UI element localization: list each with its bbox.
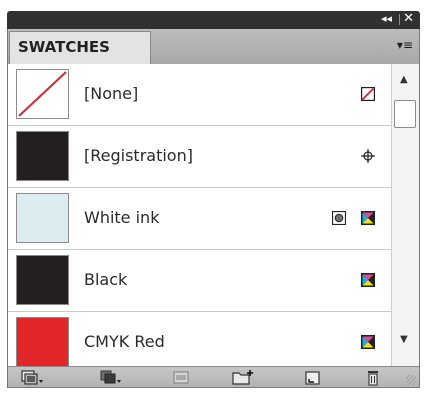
title-bar-separator	[399, 14, 400, 25]
swatch-row[interactable]: CMYK Red	[8, 312, 392, 366]
none-icon	[361, 87, 375, 101]
swatch-row[interactable]: Black	[8, 250, 392, 312]
swatch-chip-cmyk-red	[16, 317, 69, 366]
bottom-toolbar	[7, 366, 420, 388]
show-all-swatches-icon[interactable]	[20, 369, 46, 386]
swatch-chip-black	[16, 255, 69, 305]
cmyk-icon	[361, 211, 375, 225]
swatch-chip-registration	[16, 131, 69, 181]
swatch-row[interactable]: White ink	[8, 188, 392, 250]
scroll-down-arrow-icon[interactable]: ▼	[400, 334, 408, 345]
panel-menu-icon[interactable]: ▾≡	[397, 38, 413, 52]
tab-swatches[interactable]: SWATCHES	[9, 31, 151, 64]
new-swatch-icon[interactable]	[300, 369, 326, 386]
swatch-name: CMYK Red	[84, 332, 165, 351]
swatch-name: [None]	[84, 84, 139, 103]
swatch-name: White ink	[84, 208, 160, 227]
swatch-name: Black	[84, 270, 128, 289]
cmyk-icon	[361, 273, 375, 287]
spot-color-icon	[332, 211, 346, 225]
scrollbar-thumb[interactable]	[394, 100, 416, 128]
delete-swatch-icon[interactable]	[360, 369, 386, 386]
show-color-swatches-icon[interactable]	[98, 369, 124, 386]
cmyk-icon	[361, 335, 375, 349]
resize-grip-icon[interactable]	[406, 375, 416, 385]
swatches-panel: ◂◂ ✕ SWATCHES ▾≡ [None] [Registration] W…	[0, 0, 429, 401]
swatch-row[interactable]: [Registration]	[8, 126, 392, 188]
panel-title-bar[interactable]: ◂◂ ✕	[7, 11, 420, 29]
registration-icon	[361, 149, 375, 163]
close-icon[interactable]: ✕	[403, 11, 414, 26]
swatches-content: [None] [Registration] White ink Black CM…	[7, 64, 420, 366]
swatch-chip-none	[16, 69, 69, 119]
scroll-up-arrow-icon[interactable]: ▲	[400, 74, 408, 85]
swatch-row[interactable]: [None]	[8, 64, 392, 126]
collapse-icon[interactable]: ◂◂	[381, 12, 392, 25]
swatch-list: [None] [Registration] White ink Black CM…	[8, 64, 392, 366]
vertical-scrollbar[interactable]: ▲ ▼	[391, 64, 419, 366]
none-swatch-slash-icon	[18, 71, 67, 117]
new-color-group-icon[interactable]	[230, 369, 256, 386]
tab-bar: SWATCHES ▾≡	[7, 29, 420, 64]
swatch-name: [Registration]	[84, 146, 193, 165]
swatch-chip-white-ink	[16, 193, 69, 243]
show-gradient-swatches-icon[interactable]	[168, 369, 194, 386]
